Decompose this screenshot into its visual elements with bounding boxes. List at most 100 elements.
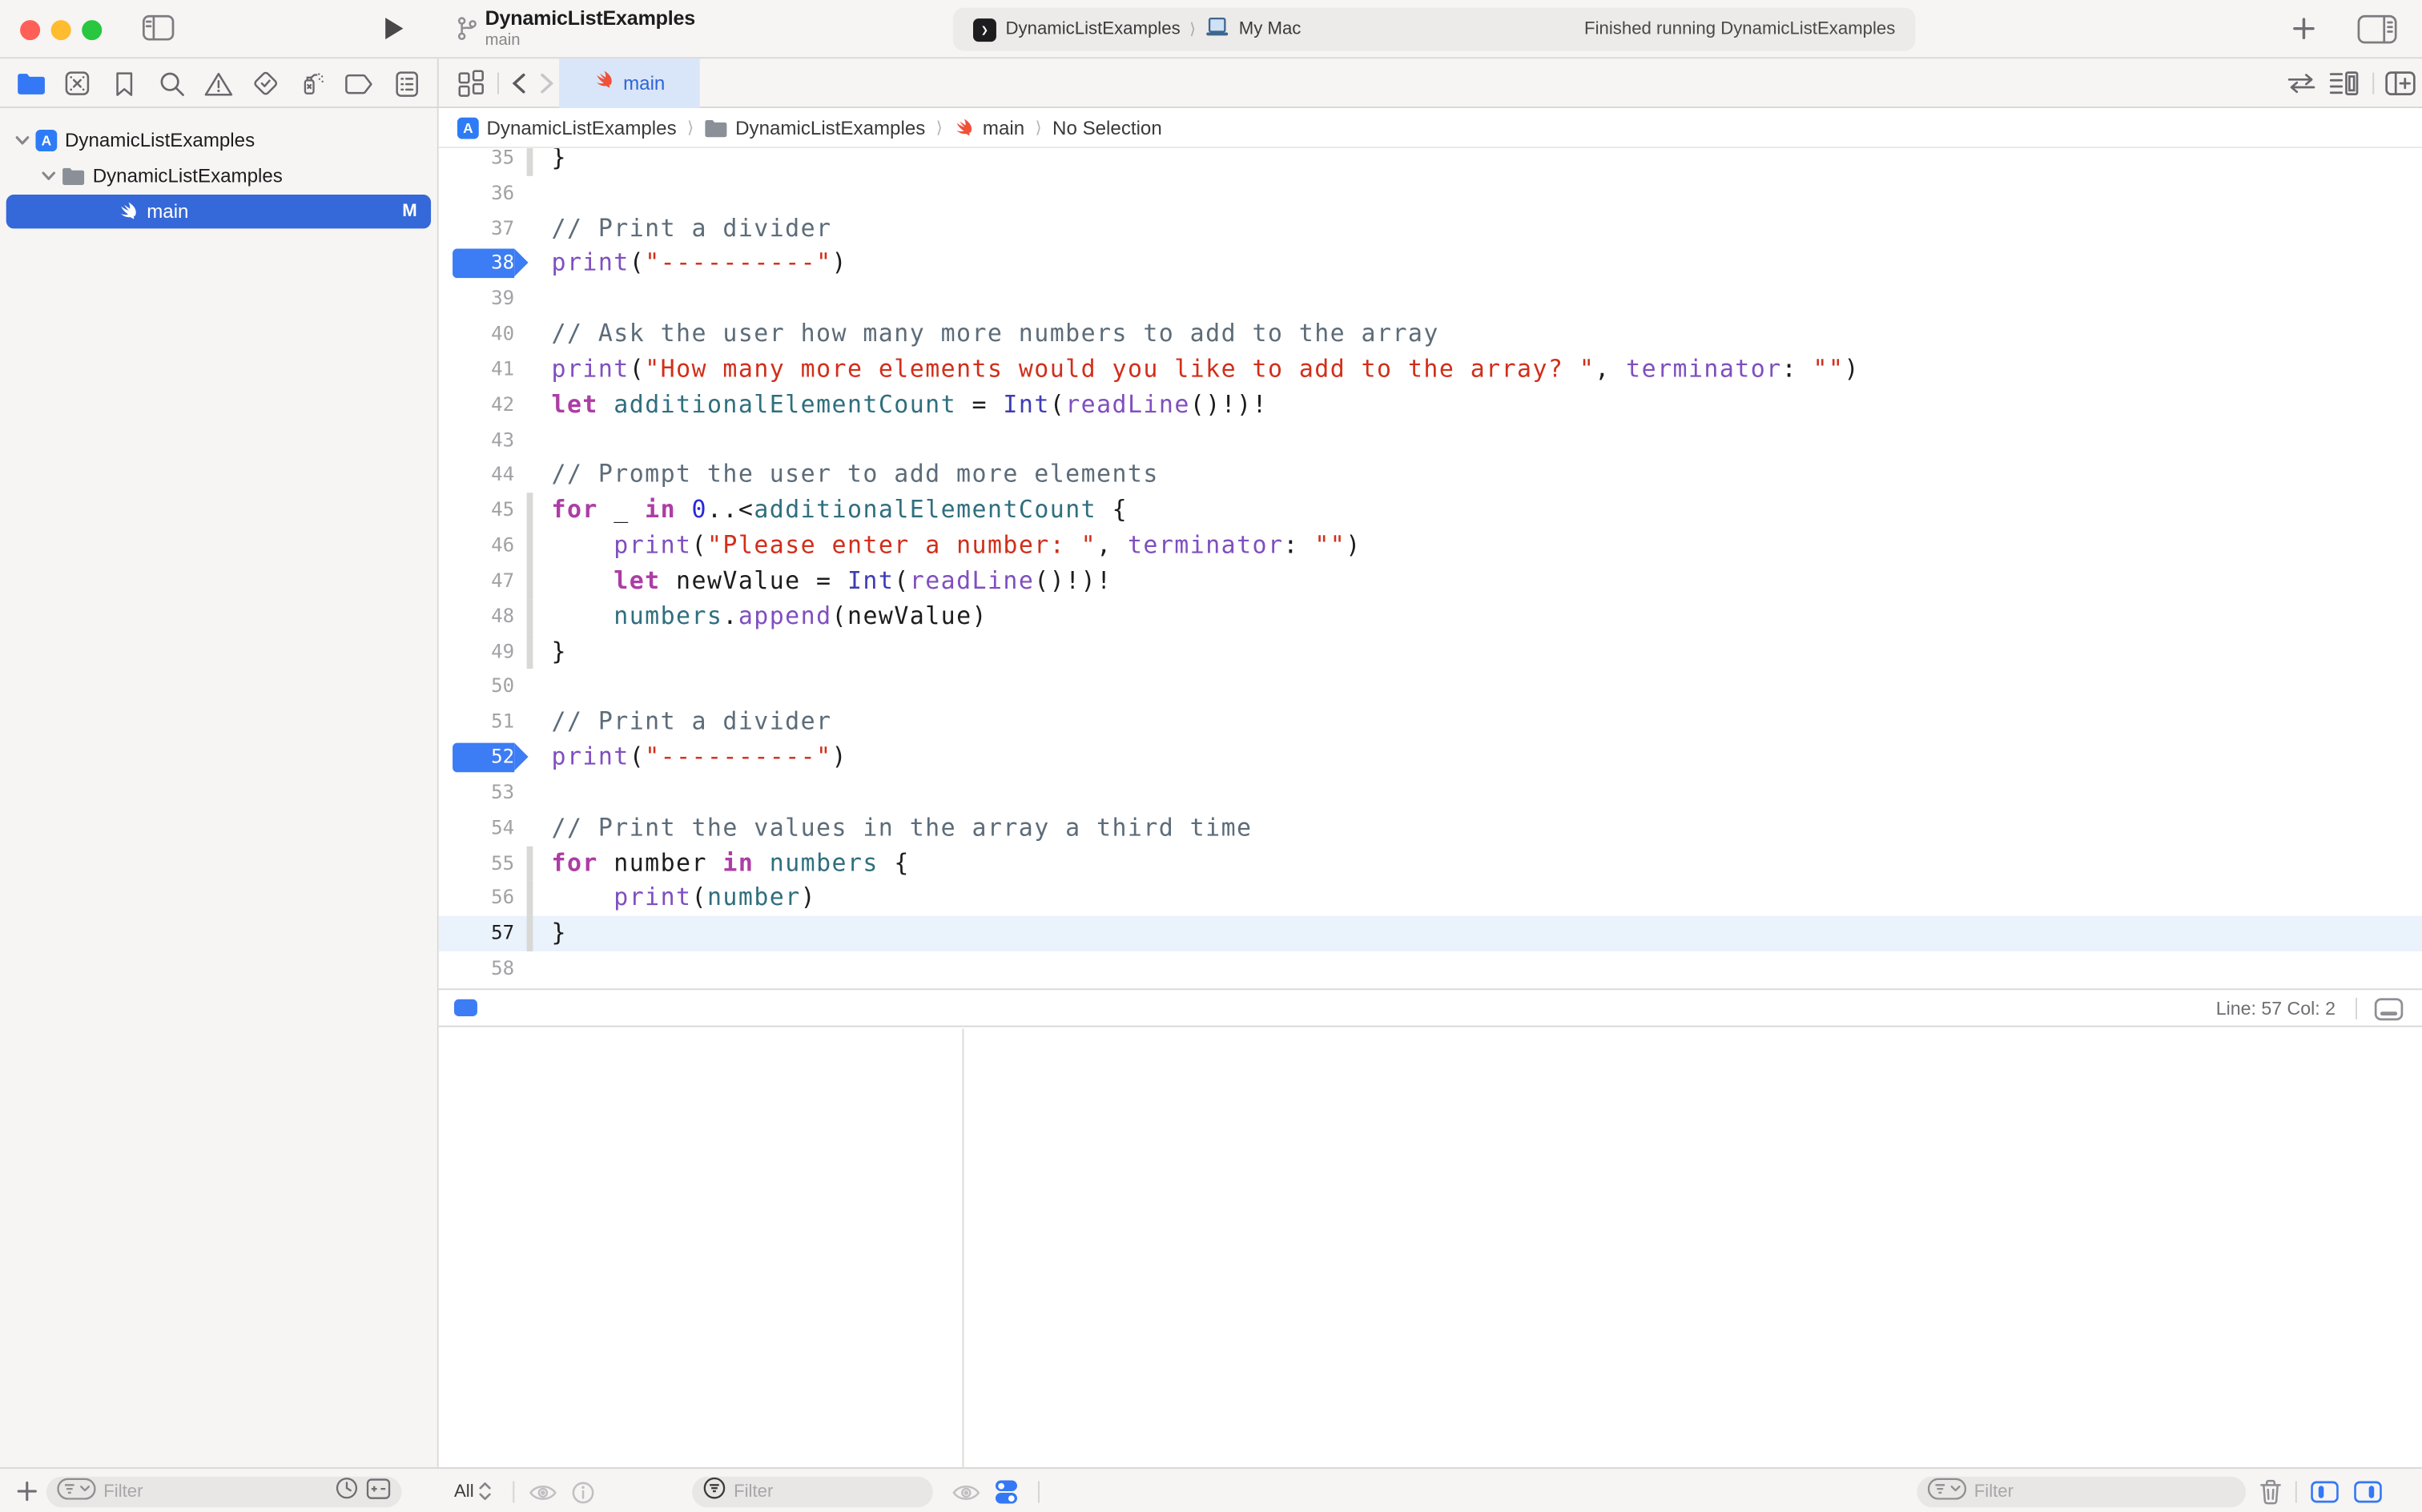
line-number[interactable]: 53 [439, 775, 515, 810]
code-text[interactable]: // Print a divider [552, 211, 832, 247]
show-variables-eye-icon[interactable] [529, 1482, 558, 1502]
code-text[interactable]: } [552, 916, 567, 951]
console-filter-field[interactable] [1917, 1477, 2246, 1508]
debug-view-mode-icon[interactable] [995, 1480, 1018, 1505]
breakpoint-indicator[interactable] [454, 999, 477, 1016]
line-number[interactable]: 41 [439, 352, 515, 388]
line-number[interactable]: 51 [439, 705, 515, 740]
tests-navigator-icon[interactable] [250, 68, 281, 99]
bookmarks-navigator-icon[interactable] [109, 68, 140, 99]
line-number[interactable]: 37 [439, 211, 515, 247]
go-forward-button[interactable] [539, 73, 554, 99]
code-line-57[interactable]: 57} [439, 916, 2422, 951]
line-number[interactable]: 48 [439, 599, 515, 634]
code-line-54[interactable]: 54 // Print the values in the array a thi… [439, 810, 2422, 846]
toggle-console-view-icon[interactable] [2354, 1481, 2382, 1502]
code-line-45[interactable]: 45for _ in 0..<additionalElementCount { [439, 493, 2422, 529]
tab-main[interactable]: main [559, 58, 700, 108]
code-text[interactable]: print("----------") [552, 740, 848, 775]
line-number[interactable]: 58 [439, 951, 515, 987]
line-number[interactable]: 43 [439, 423, 515, 458]
toggle-navigator-sidebar-icon[interactable] [142, 14, 175, 49]
line-number[interactable]: 55 [439, 846, 515, 881]
disclosure-chevron-icon[interactable] [38, 171, 57, 181]
debug-navigator-icon[interactable] [297, 68, 328, 99]
toggle-inspector-sidebar-icon[interactable] [2357, 14, 2397, 52]
code-line-44[interactable]: 44// Prompt the user to add more element… [439, 458, 2422, 493]
add-item-button[interactable] [17, 1481, 37, 1501]
code-text[interactable]: // Print the values in the array a third… [552, 810, 1253, 846]
code-line-41[interactable]: 41 print("How many more elements would yo… [439, 352, 2422, 388]
code-line-58[interactable]: 58 [439, 951, 2422, 987]
cursor-position[interactable]: Line: 57 Col: 2 [2216, 998, 2336, 1019]
code-line-43[interactable]: 43 [439, 423, 2422, 458]
console-filter-input[interactable] [1974, 1482, 2235, 1501]
variables-scope-selector[interactable]: All [454, 1481, 491, 1501]
toggle-variables-view-icon[interactable] [2311, 1481, 2339, 1502]
related-items-icon[interactable] [457, 70, 485, 105]
code-text[interactable]: print("Please enter a number: ", termina… [552, 529, 1362, 564]
jumpbar-segment-main[interactable]: main [953, 117, 1024, 139]
code-text[interactable]: print("----------") [552, 247, 848, 282]
code-line-42[interactable]: 42let additionalElementCount = Int(readL… [439, 388, 2422, 423]
disclosure-chevron-icon[interactable] [12, 136, 30, 146]
code-text[interactable]: let newValue = Int(readLine()!)! [552, 564, 1112, 599]
code-text[interactable]: // Ask the user how many more numbers to… [552, 317, 1439, 352]
code-line-36[interactable]: 36 [439, 176, 2422, 211]
activity-viewer[interactable]: ❯ DynamicListExamples ⟩ My Mac Finished … [953, 8, 1916, 51]
code-text[interactable]: print("How many more elements would you … [552, 352, 1860, 388]
variables-filter-input[interactable] [734, 1482, 922, 1501]
code-text[interactable]: print(number) [552, 881, 817, 916]
variables-info-icon[interactable] [572, 1481, 595, 1504]
code-line-52[interactable]: 52print("----------") [439, 740, 2422, 775]
scheme-name[interactable]: DynamicListExamples [1006, 20, 1181, 38]
code-line-53[interactable]: 53 [439, 775, 2422, 810]
editor-layout-icon[interactable] [2374, 998, 2404, 1021]
run-button[interactable] [383, 15, 404, 49]
code-line-37[interactable]: 37 // Print a divider [439, 211, 2422, 247]
code-line-56[interactable]: 56 print(number) [439, 881, 2422, 916]
add-button[interactable] [2292, 17, 2315, 48]
navigator-filter-field[interactable] [46, 1477, 402, 1508]
reports-navigator-icon[interactable] [391, 68, 422, 99]
code-line-50[interactable]: 50 [439, 670, 2422, 705]
run-destination[interactable]: My Mac [1239, 20, 1302, 38]
line-number[interactable]: 47 [439, 564, 515, 599]
line-number[interactable]: 50 [439, 670, 515, 705]
line-number[interactable]: 35 [439, 148, 515, 175]
code-line-39[interactable]: 39 [439, 282, 2422, 317]
line-number[interactable]: 56 [439, 881, 515, 916]
swap-editors-icon[interactable] [2286, 73, 2317, 103]
window-minimize-button[interactable] [51, 19, 71, 39]
code-line-35[interactable]: 35} [439, 148, 2422, 175]
source-editor[interactable]: 35}3637// Print a divider38print("------… [439, 148, 2422, 988]
line-number[interactable]: 46 [439, 529, 515, 564]
code-text[interactable]: // Print a divider [552, 705, 832, 740]
line-number[interactable]: 49 [439, 634, 515, 670]
window-close-button[interactable] [20, 19, 40, 39]
source-control-status-icon[interactable] [366, 1478, 391, 1507]
code-line-38[interactable]: 38print("----------") [439, 247, 2422, 282]
code-line-40[interactable]: 40// Ask the user how many more numbers … [439, 317, 2422, 352]
code-text[interactable]: numbers.append(newValue) [552, 599, 988, 634]
window-zoom-button[interactable] [82, 19, 102, 39]
line-number[interactable]: 39 [439, 282, 515, 317]
project-navigator-icon[interactable] [15, 68, 46, 99]
code-line-46[interactable]: 46 print("Please enter a number: ", term… [439, 529, 2422, 564]
line-number[interactable]: 57 [439, 916, 515, 951]
code-line-49[interactable]: 49} [439, 634, 2422, 670]
line-number[interactable]: 36 [439, 176, 515, 211]
jumpbar-segment-dynamiclistexamples[interactable]: ADynamicListExamples [457, 117, 677, 139]
line-number[interactable]: 45 [439, 493, 515, 529]
jumpbar-segment-no-selection[interactable]: No Selection [1052, 117, 1162, 139]
issues-navigator-icon[interactable] [203, 68, 235, 99]
sidebar-item-main[interactable]: mainM [6, 194, 431, 229]
console-eye-icon[interactable] [952, 1482, 981, 1502]
line-number[interactable]: 44 [439, 458, 515, 493]
code-text[interactable]: let additionalElementCount = Int(readLin… [552, 388, 1269, 423]
minimap-icon[interactable] [2329, 71, 2359, 104]
sidebar-item-dynamiclistexamples[interactable]: ADynamicListExamples [6, 123, 431, 159]
filter-menu-icon[interactable] [57, 1478, 95, 1507]
line-number[interactable]: 54 [439, 810, 515, 846]
recent-files-clock-icon[interactable] [335, 1477, 358, 1508]
